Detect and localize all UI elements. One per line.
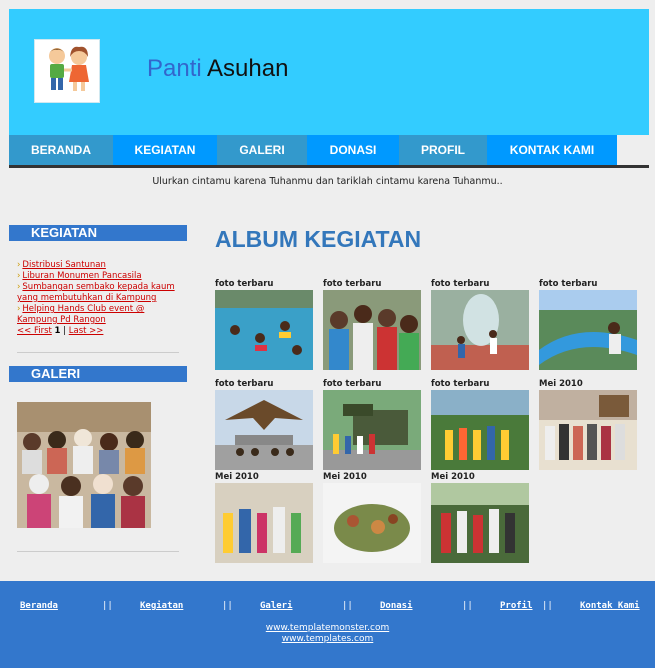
album-photo[interactable] — [215, 483, 313, 563]
thumb-label: Mei 2010 — [539, 379, 583, 389]
sidebar-divider — [17, 551, 179, 552]
thumb-label: Mei 2010 — [215, 472, 259, 482]
bullet-arrow-icon: › — [17, 304, 21, 314]
pager: << First 1 | Last >> — [17, 326, 179, 337]
footer-link-galeri[interactable]: Galeri — [260, 601, 293, 611]
thumb-label: foto terbaru — [431, 379, 490, 389]
kegiatan-link[interactable]: Sumbangan sembako kepada kaum yang membu… — [17, 282, 175, 304]
house-group-photo-icon — [539, 390, 637, 470]
sidebar-heading-kegiatan: KEGIATAN — [9, 225, 187, 241]
album-photo[interactable] — [323, 290, 421, 370]
kegiatan-link[interactable]: Liburan Monumen Pancasila — [22, 271, 141, 281]
kegiatan-link[interactable]: Distribusi Santunan — [22, 260, 106, 270]
main-nav: BERANDA KEGIATAN GALERI DONASI PROFIL KO… — [9, 135, 649, 168]
list-item: › Liburan Monumen Pancasila — [17, 271, 179, 282]
footer-link-kontak-kami[interactable]: Kontak Kami — [580, 601, 640, 611]
site-title-part2: Asuhan — [207, 55, 289, 82]
nav-item-kontak-kami[interactable]: KONTAK KAMI — [487, 135, 617, 165]
album-photo[interactable] — [323, 483, 421, 563]
album-photo[interactable] — [539, 290, 637, 370]
children-logo-icon — [49, 46, 89, 91]
fountain-photo-icon — [431, 290, 529, 370]
footer-separator: || — [542, 601, 553, 611]
nav-item-beranda[interactable]: BERANDA — [9, 135, 113, 165]
thumb-label: Mei 2010 — [431, 472, 475, 482]
nav-item-donasi[interactable]: DONASI — [307, 135, 399, 165]
sidebar-divider — [17, 352, 179, 353]
pager-first-link[interactable]: << First — [17, 326, 52, 336]
nav-item-profil[interactable]: PROFIL — [399, 135, 487, 165]
sidebar-heading-galeri: GALERI — [9, 366, 187, 382]
thumb-label: foto terbaru — [215, 279, 274, 289]
pager-last-link[interactable]: Last >> — [69, 326, 104, 336]
footer-separator: || — [342, 601, 353, 611]
site-title-part1: Panti — [147, 55, 202, 82]
album-photo[interactable] — [431, 390, 529, 470]
footer-separator: || — [462, 601, 473, 611]
bullet-arrow-icon: › — [17, 260, 21, 270]
album-photo[interactable] — [323, 390, 421, 470]
waterslide-photo-icon — [539, 290, 637, 370]
site-title: Panti Asuhan — [147, 55, 288, 83]
nav-item-kegiatan[interactable]: KEGIATAN — [113, 135, 217, 165]
thumb-label: foto terbaru — [323, 379, 382, 389]
galeri-photo[interactable] — [17, 402, 151, 528]
footer-separator: || — [222, 601, 233, 611]
thumb-label: foto terbaru — [431, 279, 490, 289]
kegiatan-link[interactable]: Helping Hands Club event @ Kampung Pd Ra… — [17, 304, 144, 325]
list-item: › Sumbangan sembako kepada kaum yang memb… — [17, 282, 179, 304]
nav-item-galeri[interactable]: GALERI — [217, 135, 307, 165]
thumb-label: Mei 2010 — [323, 472, 367, 482]
thumb-label: foto terbaru — [539, 279, 598, 289]
list-item: › Helping Hands Club event @ Kampung Pd R… — [17, 304, 179, 326]
outdoor-group-photo-icon — [431, 483, 529, 563]
crowd-photo-icon — [17, 402, 151, 528]
tagline: Ulurkan cintamu karena Tuhanmu dan tarik… — [152, 176, 503, 187]
site-header: Panti Asuhan — [9, 9, 649, 135]
album-photo[interactable] — [539, 390, 637, 470]
footer-link-beranda[interactable]: Beranda — [20, 601, 58, 611]
footer-separator: || — [102, 601, 113, 611]
kegiatan-link-list: › Distribusi Santunan › Liburan Monumen Pa… — [17, 260, 179, 337]
footer-link-profil[interactable]: Profil — [500, 601, 533, 611]
list-item: › Distribusi Santunan — [17, 260, 179, 271]
album-photo[interactable] — [431, 290, 529, 370]
thumb-label: foto terbaru — [323, 279, 382, 289]
footer-link-donasi[interactable]: Donasi — [380, 601, 413, 611]
footer-link-kegiatan[interactable]: Kegiatan — [140, 601, 183, 611]
footer-url-templates[interactable]: www.templates.com — [0, 634, 655, 644]
site-footer: Beranda || Kegiatan || Galeri || Donasi … — [0, 581, 655, 668]
footer-nav: Beranda || Kegiatan || Galeri || Donasi … — [0, 601, 655, 615]
logo-image[interactable] — [34, 39, 100, 103]
monument-photo-icon — [215, 390, 313, 470]
pager-separator: | — [63, 326, 67, 336]
group-photo-icon — [323, 290, 421, 370]
album-photo[interactable] — [215, 290, 313, 370]
album-photo[interactable] — [431, 483, 529, 563]
bullet-arrow-icon: › — [17, 282, 21, 292]
tank-photo-icon — [323, 390, 421, 470]
sharing-meal-photo-icon — [323, 483, 421, 563]
footer-url-templatemonster[interactable]: www.templatemonster.com — [0, 623, 655, 633]
album-photo[interactable] — [215, 390, 313, 470]
indoor-kids-photo-icon — [215, 483, 313, 563]
thumb-label: foto terbaru — [215, 379, 274, 389]
pool-photo-icon — [215, 290, 313, 370]
pager-current: 1 — [54, 326, 61, 336]
bullet-arrow-icon: › — [17, 271, 21, 281]
park-group-photo-icon — [431, 390, 529, 470]
album-title: ALBUM KEGIATAN — [215, 226, 422, 252]
